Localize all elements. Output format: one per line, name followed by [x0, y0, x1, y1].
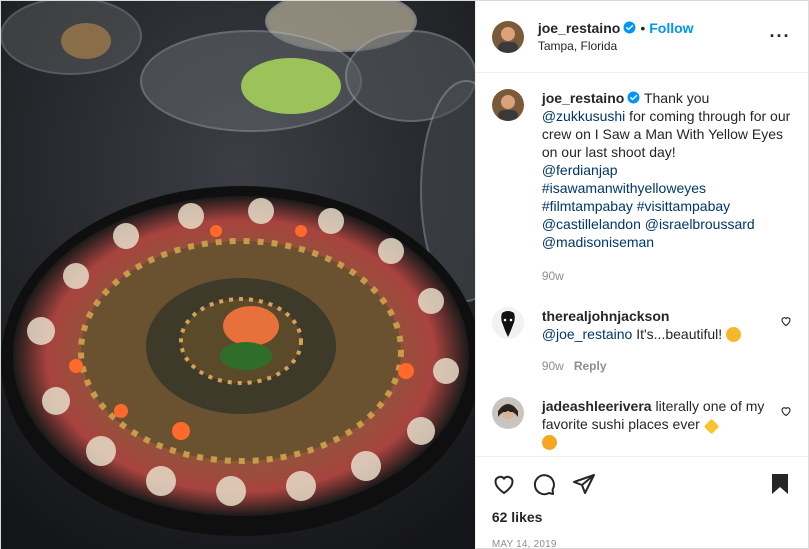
commenter-avatar[interactable] — [491, 307, 524, 339]
more-options-icon[interactable]: ··· — [768, 26, 792, 47]
comment-like-heart-icon[interactable] — [780, 405, 792, 417]
likes-count[interactable]: 62 likes — [492, 509, 792, 525]
commenter-avatar[interactable] — [491, 397, 524, 429]
comment-like-heart-icon[interactable] — [780, 315, 792, 327]
star-struck-emoji-icon — [541, 435, 557, 450]
post-date[interactable]: MAY 14, 2019 — [492, 539, 792, 549]
sparkles-emoji-icon — [703, 418, 719, 435]
verified-badge-icon — [627, 91, 640, 104]
instagram-post: joe_restaino • Follow Tampa, Florida ··· j… — [0, 0, 809, 549]
caption-username[interactable]: joe_restaino — [542, 90, 624, 106]
author-avatar[interactable] — [491, 20, 524, 53]
hashtag-visittampabay[interactable]: #visittampabay — [637, 198, 730, 214]
hashtag-isawamanwithyelloweyes[interactable]: #isawamanwithyelloweyes — [542, 180, 706, 196]
comments-section: joe_restaino Thank you @zukkusushi for c… — [476, 73, 808, 456]
comment-text: It's...beautiful! — [632, 326, 723, 342]
hashtag-filmtampabay[interactable]: #filmtampabay — [542, 198, 633, 214]
heart-icon[interactable] — [492, 472, 516, 496]
mention-ferdianjap[interactable]: @ferdianjap — [542, 162, 618, 178]
commenter-username[interactable]: therealjohnjackson — [542, 308, 670, 324]
author-username[interactable]: joe_restaino — [538, 20, 620, 36]
verified-badge-icon — [623, 21, 636, 34]
commenter-username[interactable]: jadeashleerivera — [542, 398, 652, 414]
separator-dot: • — [640, 20, 646, 36]
mention-madisoniseman[interactable]: @madisoniseman — [542, 234, 654, 250]
comment-timestamp[interactable]: 90w — [542, 359, 564, 373]
mention-israelbroussard[interactable]: @israelbroussard — [645, 216, 755, 232]
caption-timestamp[interactable]: 90w — [542, 267, 792, 285]
comment-item: jadeashleerivera literally one of my fav… — [491, 397, 792, 451]
caption: joe_restaino Thank you @zukkusushi for c… — [491, 89, 792, 285]
sushi-platter-image — [1, 1, 475, 549]
comment-item: therealjohnjackson @joe_restaino It's...… — [491, 307, 792, 375]
post-photo[interactable] — [1, 1, 475, 549]
comment-icon[interactable] — [532, 472, 556, 496]
reply-button[interactable]: Reply — [574, 359, 607, 373]
post-side-panel: joe_restaino • Follow Tampa, Florida ··· j… — [474, 1, 808, 549]
mention-castillelandon[interactable]: @castillelandon — [542, 216, 641, 232]
post-location[interactable]: Tampa, Florida — [538, 39, 768, 53]
paper-plane-icon[interactable] — [572, 472, 596, 496]
follow-button[interactable]: Follow — [649, 20, 693, 36]
sad-face-emoji-icon — [726, 327, 742, 342]
caption-text: Thank you — [640, 90, 710, 106]
bookmark-icon[interactable] — [768, 472, 792, 496]
post-actions: 62 likes MAY 14, 2019 — [475, 456, 808, 549]
mention-joe-restaino[interactable]: @joe_restaino — [542, 326, 633, 342]
post-header: joe_restaino • Follow Tampa, Florida ··· — [475, 1, 808, 73]
mention-zukkusushi[interactable]: @zukkusushi — [542, 108, 625, 124]
caption-avatar[interactable] — [491, 89, 524, 121]
